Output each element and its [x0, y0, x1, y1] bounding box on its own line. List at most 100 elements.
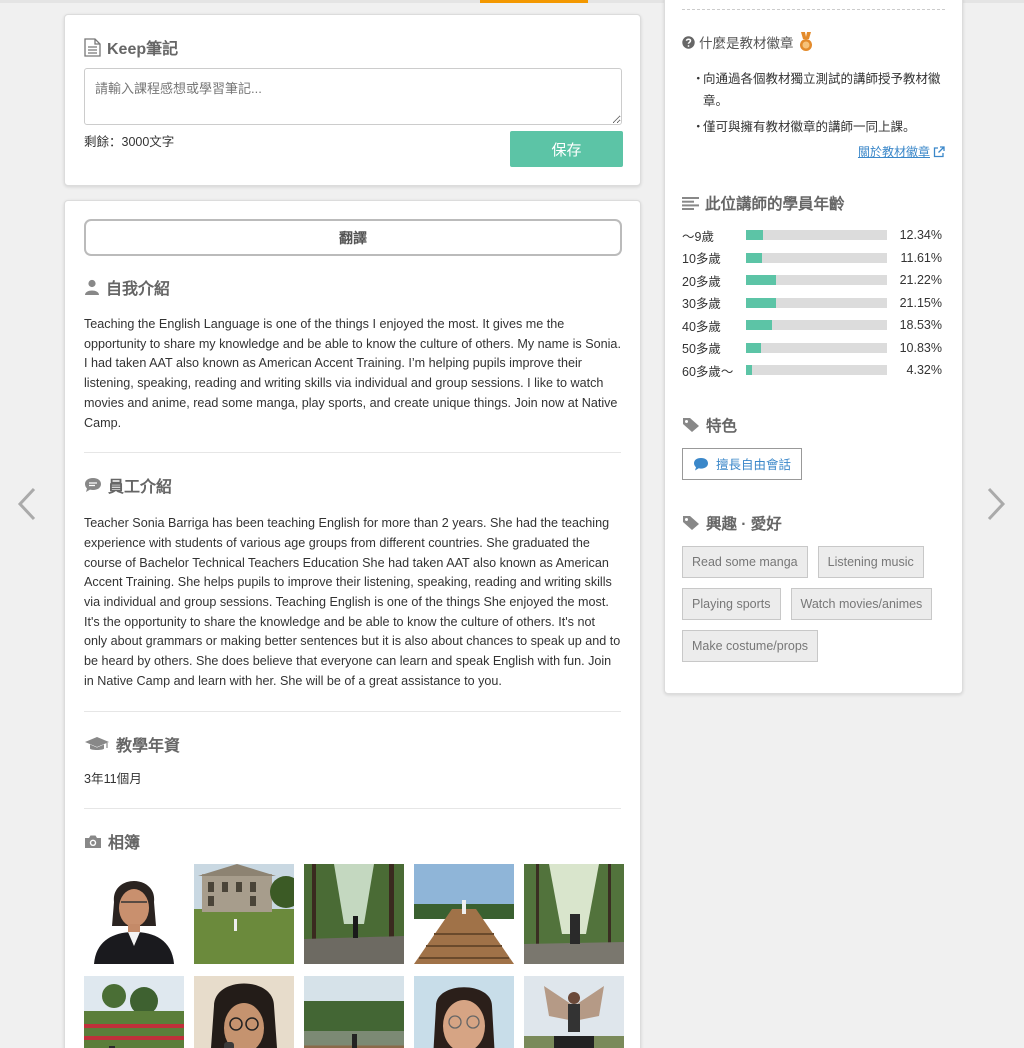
graduation-cap-icon: [84, 736, 110, 752]
photo-bamboo-path[interactable]: [524, 864, 624, 965]
age-percent: 12.34%: [899, 228, 942, 243]
experience-title: 教學年資: [116, 737, 181, 755]
album-title: 相簿: [108, 835, 141, 853]
age-row: 20多歲 21.22%: [682, 269, 945, 292]
age-bar-fill: [746, 252, 763, 263]
age-bar-fill: [746, 365, 753, 376]
photo-flower-garden[interactable]: [84, 976, 184, 1048]
speech-bubble-icon: [693, 457, 709, 471]
age-bar-fill: [746, 297, 776, 308]
staff-intro-title: 員工介紹: [108, 479, 173, 497]
notes-header: Keep筆記: [84, 35, 621, 59]
hobby-tag: Listening music: [817, 545, 924, 578]
notes-textarea[interactable]: [84, 68, 622, 125]
hobby-tag: Watch movies/animes: [790, 587, 933, 620]
age-bar-track: [746, 365, 887, 376]
age-bar-track: [746, 252, 887, 263]
photo-portrait[interactable]: [84, 864, 184, 965]
photo-pier[interactable]: [414, 864, 514, 965]
age-percent: 21.22%: [899, 273, 942, 288]
staff-intro-text: Teacher Sonia Barriga has been teaching …: [84, 516, 621, 688]
photo-atv[interactable]: [524, 976, 624, 1048]
question-icon: [682, 35, 695, 49]
medal-icon: [799, 32, 813, 52]
remaining-count: 剩餘：3000文字: [84, 135, 175, 149]
badge-info-text: 僅可與擁有教材徽章的講師一同上課。: [703, 120, 916, 134]
next-arrow-icon[interactable]: [984, 484, 1008, 524]
age-label: 30多歲: [682, 297, 721, 312]
age-label: 50多歲: [682, 342, 721, 357]
album-header: 相簿: [84, 829, 621, 853]
student-ages-title: 此位講師的學員年齡: [705, 196, 845, 213]
tag-icon: [682, 417, 700, 433]
camera-icon: [84, 834, 102, 849]
save-button[interactable]: 保存: [510, 131, 623, 167]
age-row: ～9歲 12.34%: [682, 224, 945, 247]
dashed-divider: [682, 9, 945, 10]
age-bar-track: [746, 297, 887, 308]
translate-button[interactable]: 翻譯: [84, 219, 622, 256]
self-intro-header: 自我介紹: [84, 275, 621, 299]
hobby-tag: Playing sports: [682, 587, 781, 620]
age-percent: 4.32%: [906, 363, 942, 378]
photo-gallery: [84, 864, 624, 1048]
about-badge-link[interactable]: 關於教材徽章: [682, 143, 945, 160]
age-percent: 18.53%: [899, 318, 942, 333]
age-bar-fill: [746, 275, 776, 286]
age-bar-fill: [746, 320, 773, 331]
self-intro-title: 自我介紹: [106, 281, 171, 298]
age-bar-track: [746, 342, 887, 353]
external-link-icon: [933, 145, 945, 158]
age-label: 60多歲～: [682, 364, 734, 379]
badge-info-item: ・僅可與擁有教材徽章的講師一同上課。: [682, 116, 945, 138]
age-percent: 11.61%: [900, 250, 942, 265]
photo-bridge-lake[interactable]: [304, 976, 404, 1048]
badge-info-item: ・向通過各個教材獨立測試的講師授予教材徽章。: [682, 68, 945, 112]
age-bar-track: [746, 320, 887, 331]
bar-lines-icon: [682, 196, 699, 210]
divider: [84, 808, 621, 810]
hobbies-title: 興趣 · 愛好: [706, 515, 782, 533]
notes-card: Keep筆記 剩餘：3000文字 保存: [64, 14, 641, 186]
hobbies-header: 興趣 · 愛好: [682, 512, 945, 534]
age-bar-track: [746, 275, 887, 286]
feature-tag-free-conversation[interactable]: 擅長自由會話: [682, 447, 803, 480]
previous-arrow-icon[interactable]: [15, 484, 39, 524]
student-ages-header: 此位講師的學員年齡: [682, 192, 945, 214]
experience-header: 教學年資: [84, 732, 621, 756]
age-row: 30多歲 21.15%: [682, 292, 945, 315]
photo-selfie-glasses[interactable]: [194, 976, 294, 1048]
feature-tag-label: 擅長自由會話: [716, 458, 792, 472]
self-intro-text: Teaching the English Language is one of …: [84, 317, 621, 430]
age-row: 60多歲～ 4.32%: [682, 359, 945, 382]
photo-selfie-outdoor[interactable]: [414, 976, 514, 1048]
user-icon: [84, 279, 100, 295]
sidebar-card: 什麼是教材徽章 ・向通過各個教材獨立測試的講師授予教材徽章。 ・僅可與擁有教材徽…: [664, 0, 963, 694]
age-label: 20多歲: [682, 274, 721, 289]
age-bar-fill: [746, 342, 762, 353]
age-distribution: ～9歲 12.34% 10多歲 11.61% 20多歲 21.22% 30多歲 21.15% 4…: [682, 224, 945, 382]
staff-intro-header: 員工介紹: [84, 473, 621, 497]
hobby-tag: Make costume/props: [682, 629, 819, 662]
experience-value: 3年11個月: [84, 771, 142, 786]
age-row: 10多歲 11.61%: [682, 247, 945, 270]
age-row: 50多歲 10.83%: [682, 337, 945, 360]
hobby-tag: Read some manga: [682, 545, 808, 578]
badge-question-text: 什麼是教材徽章: [699, 36, 794, 51]
photo-mansion[interactable]: [194, 864, 294, 965]
age-percent: 21.15%: [899, 295, 942, 310]
profile-card: 翻譯 自我介紹 Teaching the English Language is…: [64, 200, 641, 1048]
hobby-list: Read some manga Listening music Playing …: [682, 545, 945, 662]
badge-question: 什麼是教材徽章: [682, 32, 945, 52]
active-tab-indicator: [480, 0, 588, 3]
badge-info-text: 向通過各個教材獨立測試的講師授予教材徽章。: [703, 72, 941, 108]
about-badge-link-text[interactable]: 關於教材徽章: [858, 143, 930, 160]
note-icon: [84, 37, 101, 57]
age-label: 40多歲: [682, 319, 721, 334]
age-bar-fill: [746, 230, 764, 241]
age-label: ～9歲: [682, 229, 714, 244]
photo-forest-road[interactable]: [304, 864, 404, 965]
divider: [84, 710, 621, 712]
age-label: 10多歲: [682, 252, 721, 267]
badge-info-list: ・向通過各個教材獨立測試的講師授予教材徽章。 ・僅可與擁有教材徽章的講師一同上課…: [682, 68, 945, 138]
